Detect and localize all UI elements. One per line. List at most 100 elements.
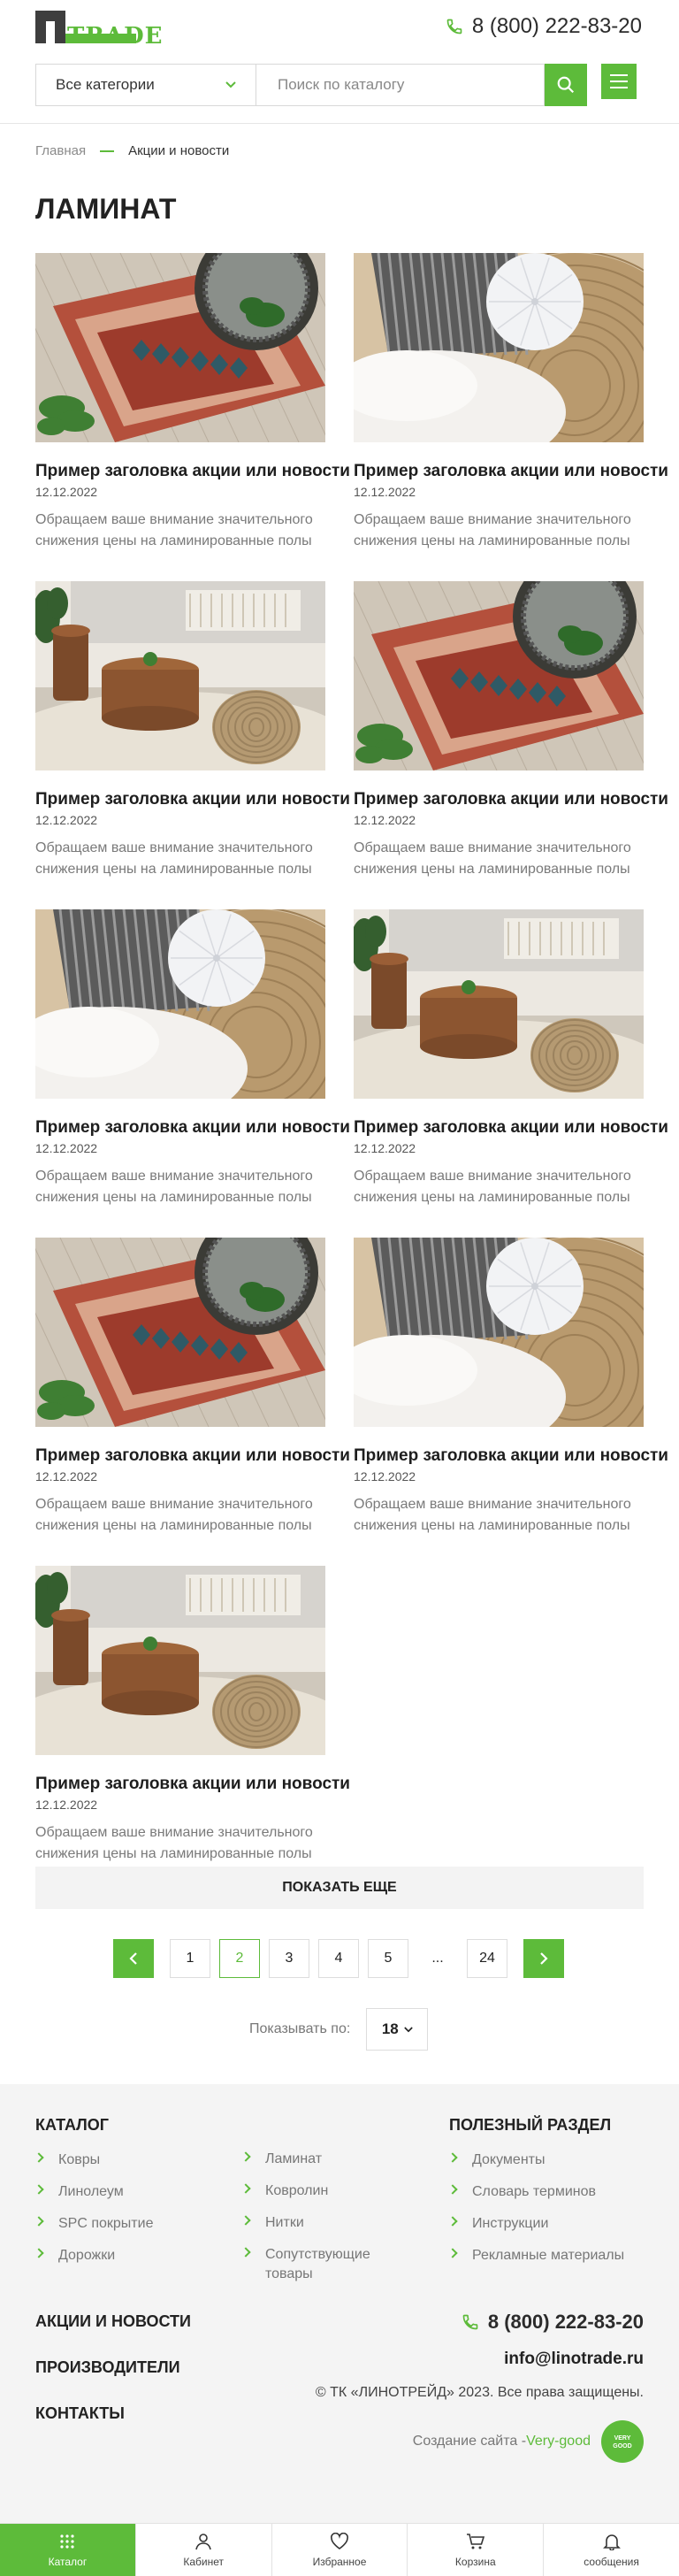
phone-icon (462, 2314, 478, 2330)
footer-email[interactable]: info@linotrade.ru (504, 2350, 644, 2369)
news-card-description: Обращаем ваше внимание значительного сни… (35, 512, 313, 548)
breadcrumb-home[interactable]: Главная (35, 143, 86, 158)
news-card-title[interactable]: Пример заголовка акции или новости (354, 790, 668, 809)
news-card[interactable]: Пример заголовка акции или новости 12.12… (35, 1566, 350, 1875)
category-select[interactable]: Все категории (35, 64, 256, 106)
news-card-date: 12.12.2022 (35, 813, 98, 827)
news-card-image[interactable] (35, 253, 325, 442)
page-link[interactable]: 1 (170, 1939, 210, 1978)
news-card[interactable]: Пример заголовка акции или новости 12.12… (354, 909, 668, 1219)
tab-messages[interactable]: сообщения (544, 2524, 679, 2576)
news-card-image[interactable] (354, 253, 644, 442)
footer-link-contacts[interactable]: КОНТАКТЫ (35, 2404, 125, 2423)
footer-catalog-item[interactable]: Ковры (34, 2150, 153, 2170)
news-card-image[interactable] (354, 1238, 644, 1427)
footer-link-brands[interactable]: ПРОИЗВОДИТЕЛИ (35, 2358, 180, 2377)
footer-developer[interactable]: Создание сайта -Very-good VERY GOOD (413, 2420, 644, 2463)
tab-catalog[interactable]: Каталог (0, 2524, 136, 2576)
chevron-right-icon (447, 2216, 458, 2227)
page-link[interactable]: 24 (467, 1939, 507, 1978)
header-phone[interactable]: 8 (800) 222-83-20 (446, 14, 642, 39)
news-card[interactable]: Пример заголовка акции или новости 12.12… (35, 1238, 350, 1547)
breadcrumb: Главная Акции и новости (35, 143, 229, 158)
news-card-title[interactable]: Пример заголовка акции или новости (35, 462, 350, 481)
news-card[interactable]: Пример заголовка акции или новости 12.12… (354, 581, 668, 891)
site-footer: КАТАЛОГ Ковры Линолеум SPC покрытие Дорожки… (0, 2084, 679, 2523)
menu-button[interactable] (601, 64, 637, 99)
footer-catalog-item[interactable]: Ковролин (240, 2181, 375, 2201)
footer-phone[interactable]: 8 (800) 222-83-20 (462, 2311, 644, 2334)
news-card[interactable]: Пример заголовка акции или новости 12.12… (35, 909, 350, 1219)
page-link-current[interactable]: 2 (219, 1939, 260, 1978)
developer-logo-icon: VERY GOOD (613, 2435, 631, 2450)
news-card-image[interactable] (35, 1238, 325, 1427)
news-card-description: Обращаем ваше внимание значительного сни… (35, 1497, 313, 1533)
footer-catalog-item-label: Нитки (265, 2215, 304, 2230)
news-card-title[interactable]: Пример заголовка акции или новости (35, 790, 350, 809)
header-phone-number: 8 (800) 222-83-20 (471, 14, 642, 38)
breadcrumb-current: Акции и новости (128, 143, 230, 158)
developer-name[interactable]: Very-good (526, 2434, 591, 2449)
news-card-title[interactable]: Пример заголовка акции или новости (354, 462, 668, 481)
footer-useful-item[interactable]: Инструкции (447, 2214, 624, 2234)
footer-useful-item[interactable]: Документы (447, 2150, 624, 2170)
news-card-description: Обращаем ваше внимание значительного сни… (354, 1169, 631, 1205)
footer-catalog-item[interactable]: Ламинат (240, 2150, 375, 2169)
footer-catalog-item-label: SPC покрытие (58, 2216, 154, 2231)
news-card[interactable]: Пример заголовка акции или новости 12.12… (354, 253, 668, 563)
search-button[interactable] (545, 64, 587, 106)
search-input[interactable]: Поиск по каталогу (256, 64, 545, 106)
footer-catalog-item[interactable]: SPC покрытие (34, 2214, 154, 2234)
page-link[interactable]: 3 (269, 1939, 309, 1978)
news-card[interactable]: Пример заголовка акции или новости 12.12… (354, 1238, 668, 1547)
footer-useful-item[interactable]: Рекламные материалы (447, 2246, 624, 2266)
chevron-right-icon (447, 2152, 458, 2163)
per-page-select[interactable]: 18 (366, 2008, 429, 2051)
footer-useful-item-label: Словарь терминов (472, 2184, 596, 2199)
news-card-title[interactable]: Пример заголовка акции или новости (35, 1118, 350, 1138)
news-card-image[interactable] (35, 1566, 325, 1755)
news-card-description: Обращаем ваше внимание значительного сни… (35, 840, 313, 877)
logo-text: TRADE (67, 23, 164, 50)
news-card-image[interactable] (35, 909, 325, 1099)
news-card[interactable]: Пример заголовка акции или новости 12.12… (35, 581, 350, 891)
chevron-down-icon (225, 81, 236, 88)
chevron-right-icon (447, 2248, 458, 2258)
news-card-title[interactable]: Пример заголовка акции или новости (354, 1118, 668, 1138)
footer-catalog-item[interactable]: Дорожки (34, 2246, 153, 2266)
footer-link-news[interactable]: АКЦИИ И НОВОСТИ (35, 2312, 191, 2331)
footer-catalog-item[interactable]: Сопутствующие товары (240, 2245, 375, 2284)
chevron-right-icon (240, 2215, 251, 2226)
news-card-image[interactable] (35, 581, 325, 770)
svg-text:GOOD: GOOD (613, 2443, 631, 2450)
page-link[interactable]: 5 (368, 1939, 408, 1978)
page-link[interactable]: 4 (318, 1939, 359, 1978)
site-logo[interactable]: TRADE (35, 11, 163, 50)
per-page: Показывать по: 18 (249, 2008, 429, 2051)
footer-catalog-item-label: Ламинат (265, 2151, 323, 2166)
cart-icon (466, 2533, 484, 2549)
footer-catalog-col2: Ламинат Ковролин Нитки Сопутствующие товары (240, 2150, 375, 2296)
news-card-title[interactable]: Пример заголовка акции или новости (35, 1446, 350, 1466)
tab-favorites[interactable]: Избранное (272, 2524, 408, 2576)
bottom-tabbar: Каталог Кабинет Избранное Корзина сообще… (0, 2523, 679, 2576)
footer-copyright: © ТК «ЛИНОТРЕЙД» 2023. Все права защищен… (315, 2385, 644, 2400)
show-more-button[interactable]: ПОКАЗАТЬ ЕЩЕ (35, 1867, 644, 1909)
footer-useful-item[interactable]: Словарь терминов (447, 2182, 624, 2202)
pagination: 1 2 3 4 5 ... 24 (0, 1939, 679, 1978)
chevron-down-icon (403, 2026, 413, 2032)
next-page-button[interactable] (523, 1939, 564, 1978)
news-card-date: 12.12.2022 (35, 1798, 98, 1812)
news-card-image[interactable] (354, 581, 644, 770)
tab-account[interactable]: Кабинет (136, 2524, 272, 2576)
news-card-title[interactable]: Пример заголовка акции или новости (354, 1446, 668, 1466)
news-card[interactable]: Пример заголовка акции или новости 12.12… (35, 253, 350, 563)
prev-page-button[interactable] (113, 1939, 154, 1978)
developer-logo[interactable]: VERY GOOD (601, 2420, 644, 2463)
footer-catalog-item[interactable]: Нитки (240, 2213, 375, 2233)
news-card-title[interactable]: Пример заголовка акции или новости (35, 1775, 350, 1794)
tab-cart[interactable]: Корзина (408, 2524, 545, 2576)
footer-catalog-item[interactable]: Линолеум (34, 2182, 153, 2202)
news-card-date: 12.12.2022 (354, 1141, 416, 1155)
news-card-image[interactable] (354, 909, 644, 1099)
